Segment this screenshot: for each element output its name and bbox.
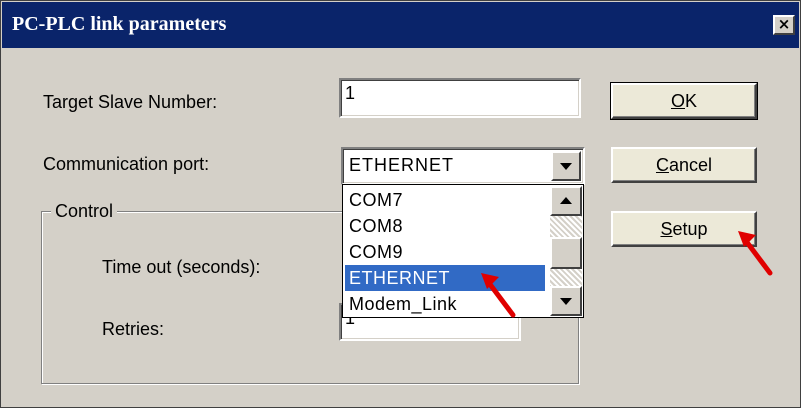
cancel-button[interactable]: Cancel: [611, 147, 757, 183]
ok-label-rest: K: [685, 91, 698, 111]
arrow-ethernet-shaft: [486, 280, 516, 318]
title-bar[interactable]: PC-PLC link parameters ×: [2, 2, 799, 48]
list-item-com8[interactable]: COM8: [345, 213, 545, 239]
comm-port-combobox[interactable]: ETHERNET: [341, 147, 585, 185]
ok-mnemonic: O: [670, 91, 685, 111]
retries-label: Retries:: [102, 319, 165, 339]
comm-port-dropdown-list[interactable]: COM7 COM8 COM9 ETHERNET Modem_Link: [342, 184, 584, 318]
annotation-arrow-setup: [738, 231, 773, 276]
comm-port-dropdown-button[interactable]: [551, 151, 581, 181]
list-scrollbar[interactable]: [550, 186, 582, 316]
close-icon: ×: [777, 15, 791, 33]
control-group-label: Control: [51, 201, 118, 222]
scroll-thumb[interactable]: [550, 236, 582, 269]
comm-port-label: Communication port:: [43, 154, 210, 174]
target-slave-input[interactable]: 1: [339, 78, 581, 118]
cancel-label-rest: ancel: [668, 155, 713, 175]
ok-button[interactable]: OK: [610, 82, 758, 120]
chevron-down-icon: [560, 163, 572, 170]
setup-mnemonic: S: [660, 219, 673, 239]
arrow-setup-shaft: [743, 238, 773, 276]
target-slave-label: Target Slave Number:: [43, 92, 218, 112]
scroll-up-icon: [560, 197, 572, 204]
scroll-up-button[interactable]: [550, 186, 582, 216]
link-parameters-dialog: PC-PLC link parameters × Target Slave Nu…: [0, 0, 801, 408]
scroll-down-icon: [560, 298, 572, 305]
scroll-down-button[interactable]: [550, 286, 582, 316]
list-item-com9[interactable]: COM9: [345, 239, 545, 265]
window-title: PC-PLC link parameters: [12, 13, 227, 35]
close-button[interactable]: ×: [773, 15, 795, 35]
annotation-arrow-ethernet: [481, 273, 516, 318]
list-item-com7[interactable]: COM7: [345, 187, 545, 213]
comm-port-selected-value: ETHERNET: [349, 155, 455, 175]
setup-label-rest: etup: [672, 219, 708, 239]
cancel-mnemonic: C: [655, 155, 669, 175]
target-slave-value: 1: [345, 83, 356, 103]
timeout-label: Time out (seconds):: [102, 257, 261, 277]
